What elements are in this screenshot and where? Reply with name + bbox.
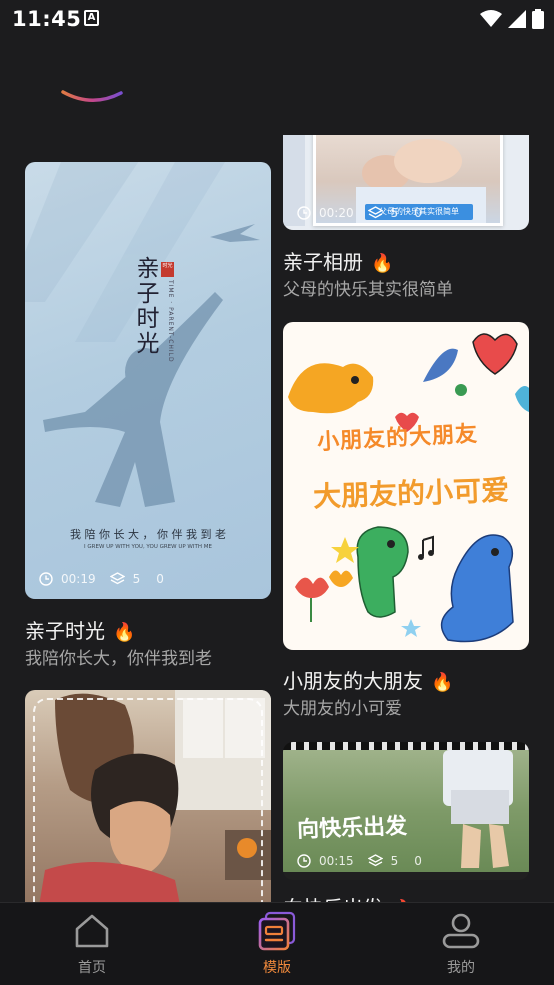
nav-home[interactable]: 首页 — [47, 911, 137, 977]
template-thumbnail[interactable]: 向快乐出发 00:15 5 0 — [283, 742, 529, 880]
clock-icon — [297, 206, 311, 220]
film-strip-top — [283, 742, 529, 750]
nav-profile-label: 我的 — [447, 960, 475, 976]
duration-text: 00:19 — [61, 572, 96, 586]
template-meta: 00:15 5 0 — [297, 854, 422, 868]
status-time: 11:45 — [12, 7, 82, 31]
loading-spinner-icon — [61, 90, 123, 102]
duration-text: 00:20 — [319, 206, 354, 220]
template-title: 小朋友的大朋友 🔥 — [283, 665, 453, 694]
template-meta: 00:19 5 0 — [39, 572, 164, 586]
template-title-text: 小朋友的大朋友 — [283, 669, 423, 693]
poster-seal: 时光 — [162, 263, 173, 269]
use-count: 0 — [414, 854, 422, 868]
clock-icon — [297, 854, 311, 868]
layers-icon — [367, 206, 383, 219]
clock-icon — [39, 572, 53, 586]
template-thumbnail[interactable]: 亲子时光 时光 TIME · PARENT-CHILD 我 陪 你 长 大 ， … — [25, 162, 271, 599]
flame-icon: 🔥 — [371, 253, 394, 274]
scroll-clip — [283, 105, 529, 135]
status-icons — [480, 9, 544, 29]
layers-count: 5 — [390, 206, 399, 220]
template-title-text: 亲子时光 — [25, 619, 105, 643]
nav-template-label: 模版 — [263, 960, 291, 976]
layers-icon — [109, 572, 125, 585]
template-thumbnail[interactable]: 小朋友的大朋友 大朋友的小可爱 — [283, 322, 529, 650]
status-bar: 11:45 A — [0, 0, 554, 38]
cellular-signal-icon — [508, 10, 526, 28]
nav-home-label: 首页 — [78, 960, 106, 976]
poster-headline: 亲子时光 — [132, 256, 158, 356]
layers-icon — [367, 854, 383, 867]
duration-text: 00:15 — [319, 854, 354, 868]
wifi-icon — [480, 10, 502, 27]
flame-icon: 🔥 — [113, 622, 136, 643]
template-subtitle: 父母的快乐其实很简单 — [283, 280, 453, 300]
nav-profile[interactable]: 我的 — [416, 911, 506, 977]
template-subtitle: 我陪你长大，你伴我到老 — [25, 649, 212, 669]
flame-icon: 🔥 — [431, 672, 454, 693]
layers-count: 5 — [132, 572, 141, 586]
use-count: 0 — [414, 206, 422, 220]
poster-vertical-en: TIME · PARENT-CHILD — [167, 280, 174, 363]
poster-caption-en: I GREW UP WITH YOU, YOU GREW UP WITH ME — [84, 544, 212, 550]
use-count: 0 — [156, 572, 164, 586]
dashed-frame — [33, 698, 263, 924]
poster-caption: 我 陪 你 长 大 ， 你 伴 我 到 老 — [70, 528, 226, 541]
bottom-navigation: 首页 模版 我的 — [0, 902, 554, 985]
notification-badge-icon: A — [84, 10, 99, 26]
template-icon — [258, 911, 296, 951]
poster-headline: 向快乐出发 — [296, 814, 408, 843]
battery-icon — [532, 9, 544, 29]
poster-line2: 大朋友的小可爱 — [312, 473, 510, 514]
home-icon — [75, 914, 109, 948]
layers-count: 5 — [390, 854, 399, 868]
profile-icon — [442, 913, 480, 949]
template-subtitle: 大朋友的小可爱 — [283, 699, 402, 719]
template-thumbnail[interactable] — [25, 690, 271, 930]
nav-template[interactable]: 模版 — [232, 911, 322, 977]
template-meta: 00:20 5 0 — [297, 206, 422, 220]
template-title-text: 亲子相册 — [283, 250, 363, 274]
template-title: 亲子时光 🔥 — [25, 615, 135, 644]
template-title: 亲子相册 🔥 — [283, 246, 393, 275]
